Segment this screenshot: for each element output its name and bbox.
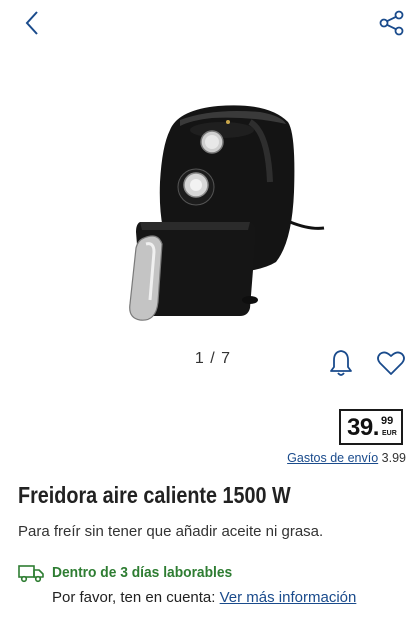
truck-icon bbox=[18, 565, 44, 583]
delivery-note: Por favor, ten en cuenta: Ver más inform… bbox=[52, 589, 356, 606]
image-counter: 1 / 7 bbox=[194, 350, 232, 367]
shipping-cost-link[interactable]: Gastos de envío bbox=[287, 451, 378, 465]
more-info-link[interactable]: Ver más información bbox=[220, 589, 357, 606]
top-bar bbox=[0, 0, 420, 52]
notify-button[interactable] bbox=[324, 346, 358, 380]
share-icon bbox=[379, 10, 404, 36]
product-image[interactable] bbox=[100, 72, 340, 322]
bell-icon bbox=[330, 350, 352, 376]
delivery-note-prefix: Por favor, ten en cuenta: bbox=[52, 589, 220, 606]
favorite-button[interactable] bbox=[374, 346, 408, 380]
product-subtitle: Para freír sin tener que añadir aceite n… bbox=[18, 523, 324, 540]
price-currency: EUR bbox=[382, 430, 397, 437]
chevron-left-icon bbox=[25, 11, 38, 35]
back-button[interactable] bbox=[16, 6, 48, 40]
price-main: 39. bbox=[347, 414, 379, 441]
shipping-amount: 3.99 bbox=[381, 451, 406, 465]
price-cents: 99 bbox=[381, 415, 394, 427]
heart-icon bbox=[377, 351, 405, 375]
shipping-info: Gastos de envío 3.99 bbox=[287, 451, 406, 465]
delivery-time: Dentro de 3 días laborables bbox=[52, 564, 233, 581]
product-title: Freidora aire caliente 1500 W bbox=[18, 482, 291, 508]
product-gallery[interactable] bbox=[0, 52, 420, 342]
price-tag: 39. 99 EUR bbox=[339, 409, 403, 445]
share-button[interactable] bbox=[374, 6, 410, 40]
